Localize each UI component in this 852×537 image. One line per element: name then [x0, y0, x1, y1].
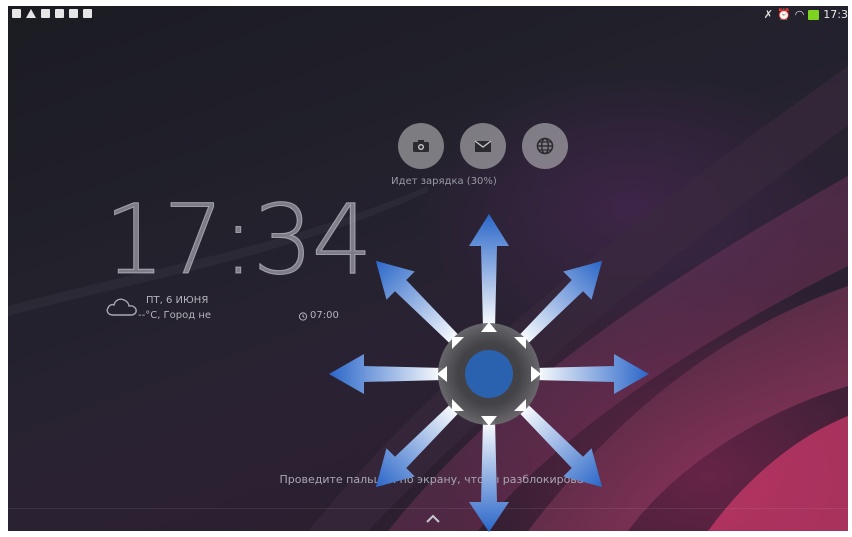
mute-icon: ✗ — [763, 8, 773, 21]
mail-shortcut[interactable] — [460, 123, 506, 169]
alarm-icon: ⏰ — [776, 8, 791, 21]
wifi-icon: ◠ — [794, 8, 805, 21]
alarm-clock-icon — [298, 311, 308, 321]
notification-icon — [12, 9, 21, 18]
warning-icon — [26, 9, 36, 18]
storage-icon — [41, 9, 50, 18]
cloud-icon — [106, 298, 137, 316]
lockscreen-date: ПТ, 6 ИЮНЯ — [146, 295, 209, 306]
browser-shortcut[interactable] — [522, 123, 568, 169]
status-time: 17:3 — [823, 8, 848, 21]
lockscreen-clock: 17:34 — [104, 184, 374, 296]
battery-charging-icon — [808, 9, 820, 20]
chevron-up-icon[interactable] — [425, 514, 441, 524]
divider — [8, 508, 848, 509]
check-icon — [69, 9, 78, 18]
lockscreen-shortcuts — [398, 123, 568, 169]
media-icon — [83, 9, 92, 18]
next-alarm: 07:00 — [298, 310, 339, 321]
file-icon — [55, 9, 64, 18]
camera-shortcut[interactable] — [398, 123, 444, 169]
alarm-time: 07:00 — [310, 310, 339, 321]
unlock-hint: Проведите пальцем по экрану, чтобы разбл… — [279, 473, 597, 486]
charging-status: Идет зарядка (30%) — [391, 176, 497, 187]
mail-icon — [474, 139, 492, 152]
camera-icon — [413, 140, 429, 152]
status-bar: ✗ ⏰ ◠ 17:3 — [8, 6, 848, 24]
browser-globe-icon — [536, 137, 554, 155]
weather-info: --°C, Город не — [138, 310, 212, 321]
lock-screen[interactable]: ✗ ⏰ ◠ 17:3 Идет зарядка (30%) 17:34 ПТ, … — [8, 6, 848, 531]
